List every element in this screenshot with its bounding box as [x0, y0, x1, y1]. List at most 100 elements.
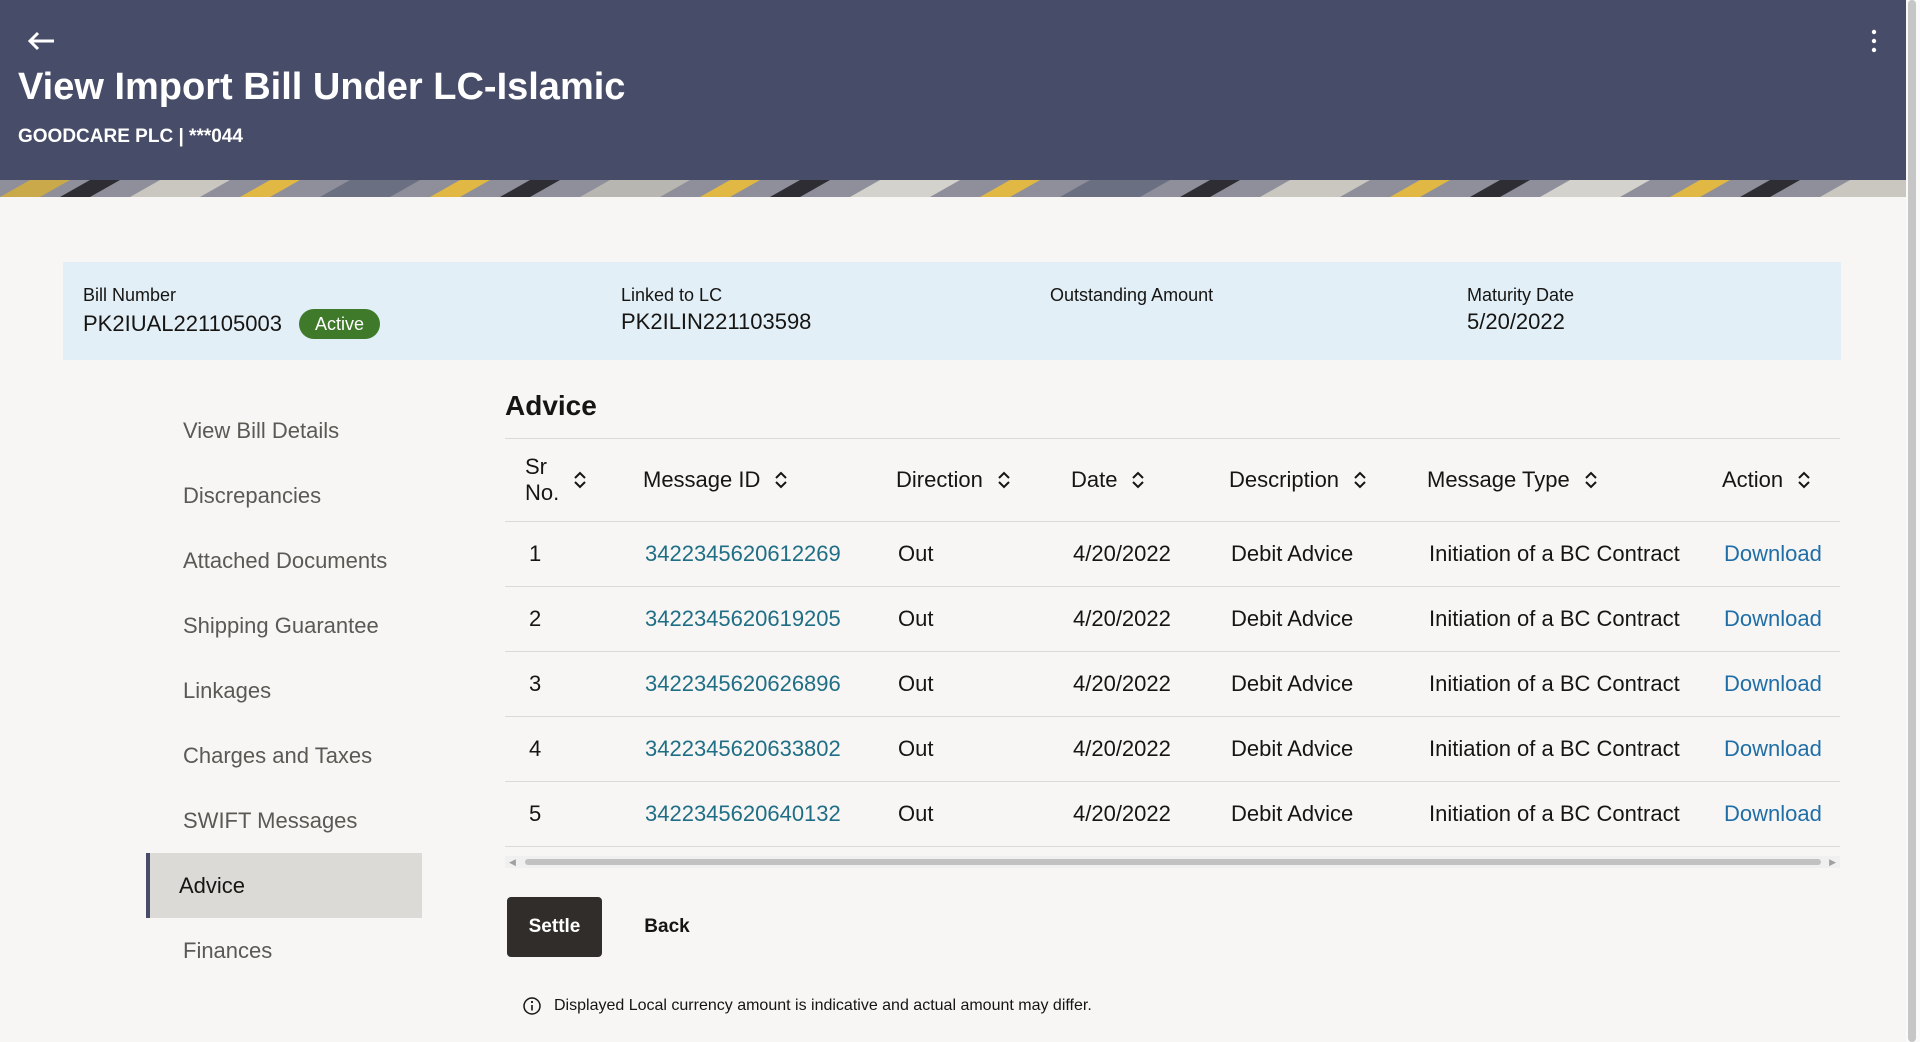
side-navigation: View Bill Details Discrepancies Attached… [146, 398, 422, 983]
sort-icon[interactable] [1131, 470, 1145, 490]
advice-table: Sr No. Message ID Direction Date Descrip… [505, 438, 1840, 847]
message-id-header-text: Message ID [643, 467, 761, 492]
column-header-sr-no[interactable]: Sr No. [525, 439, 587, 521]
nav-item-shipping-guarantee[interactable]: Shipping Guarantee [146, 593, 422, 658]
download-link[interactable]: Download [1724, 587, 1822, 651]
sort-icon[interactable] [1353, 470, 1367, 490]
back-button[interactable]: Back [630, 897, 704, 957]
cell-sr-no: 4 [529, 736, 542, 761]
column-header-description[interactable]: Description [1229, 439, 1367, 521]
disclaimer-text: Displayed Local currency amount is indic… [554, 997, 1092, 1014]
scroll-right-arrow-icon[interactable]: ▶ [1829, 857, 1836, 868]
cell-date: 4/20/2022 [1073, 736, 1171, 761]
horizontal-scrollbar-thumb[interactable] [525, 859, 1821, 865]
cell-message-type: Initiation of a BC Contract [1429, 801, 1680, 826]
section-title: Advice [505, 390, 597, 421]
download-link[interactable]: Download [1724, 652, 1822, 716]
nav-item-finances[interactable]: Finances [146, 918, 422, 983]
maturity-date-value: 5/20/2022 [1467, 309, 1565, 334]
cell-sr-no: 2 [529, 606, 542, 631]
back-arrow-icon[interactable] [24, 26, 60, 56]
cell-description: Debit Advice [1231, 801, 1354, 826]
cell-direction: Out [898, 801, 934, 826]
linked-lc-value: PK2ILIN221103598 [621, 309, 812, 334]
table-header-row: Sr No. Message ID Direction Date Descrip… [505, 438, 1840, 522]
bill-number-value-row: PK2IUAL221105003 Active [83, 309, 381, 339]
nav-item-swift-messages[interactable]: SWIFT Messages [146, 788, 422, 853]
decorative-banner-pattern [0, 180, 1906, 197]
maturity-date-label: Maturity Date [1467, 285, 1575, 305]
cell-date: 4/20/2022 [1073, 541, 1171, 566]
column-header-message-type[interactable]: Message Type [1427, 439, 1598, 521]
scroll-left-arrow-icon[interactable]: ◀ [509, 857, 516, 868]
nav-item-charges-and-taxes[interactable]: Charges and Taxes [146, 723, 422, 788]
nav-item-view-bill-details[interactable]: View Bill Details [146, 398, 422, 463]
sr-header-line1: Sr [525, 454, 547, 479]
cell-direction: Out [898, 671, 934, 696]
cell-message-type: Initiation of a BC Contract [1429, 606, 1680, 631]
table-row: 3 3422345620626896 Out 4/20/2022 Debit A… [505, 652, 1840, 717]
nav-item-attached-documents[interactable]: Attached Documents [146, 528, 422, 593]
cell-sr-no: 1 [529, 541, 542, 566]
column-header-action[interactable]: Action [1722, 439, 1811, 521]
sort-icon[interactable] [1584, 470, 1598, 490]
bill-summary: Bill Number PK2IUAL221105003 Active Link… [63, 262, 1841, 360]
cell-message-type: Initiation of a BC Contract [1429, 671, 1680, 696]
info-icon [523, 997, 541, 1015]
message-id-link[interactable]: 3422345620640132 [645, 782, 841, 846]
cell-description: Debit Advice [1231, 606, 1354, 631]
outstanding-amount-label: Outstanding Amount [1050, 285, 1214, 305]
table-horizontal-scrollbar[interactable]: ◀ ▶ [505, 856, 1840, 868]
column-header-message-id[interactable]: Message ID [643, 439, 788, 521]
download-link[interactable]: Download [1724, 782, 1822, 846]
direction-header-text: Direction [896, 467, 983, 492]
cell-message-type: Initiation of a BC Contract [1429, 736, 1680, 761]
more-vertical-icon[interactable] [1868, 28, 1880, 54]
cell-message-type: Initiation of a BC Contract [1429, 541, 1680, 566]
message-id-link[interactable]: 3422345620612269 [645, 522, 841, 586]
cell-description: Debit Advice [1231, 541, 1354, 566]
column-header-date[interactable]: Date [1071, 439, 1145, 521]
nav-item-discrepancies[interactable]: Discrepancies [146, 463, 422, 528]
linked-lc-label: Linked to LC [621, 285, 723, 305]
cell-date: 4/20/2022 [1073, 671, 1171, 696]
cell-date: 4/20/2022 [1073, 606, 1171, 631]
cell-description: Debit Advice [1231, 671, 1354, 696]
page-title: View Import Bill Under LC-Islamic [18, 66, 626, 108]
maturity-date-field: Maturity Date 5/20/2022 [1467, 285, 1574, 335]
sort-icon[interactable] [997, 470, 1011, 490]
download-link[interactable]: Download [1724, 522, 1822, 586]
sort-icon[interactable] [774, 470, 788, 490]
cell-date: 4/20/2022 [1073, 801, 1171, 826]
settle-button[interactable]: Settle [507, 897, 602, 957]
cell-sr-no: 5 [529, 801, 542, 826]
cell-direction: Out [898, 541, 934, 566]
cell-sr-no: 3 [529, 671, 542, 696]
sr-header-line2: No. [525, 480, 560, 505]
status-badge: Active [298, 309, 381, 339]
table-row: 1 3422345620612269 Out 4/20/2022 Debit A… [505, 522, 1840, 587]
action-header-text: Action [1722, 467, 1784, 492]
bill-number-label: Bill Number [83, 285, 177, 305]
page-scrollbar-thumb[interactable] [1908, 0, 1916, 1042]
table-row: 5 3422345620640132 Out 4/20/2022 Debit A… [505, 782, 1840, 847]
bill-number-field: Bill Number PK2IUAL221105003 Active [83, 285, 381, 339]
column-header-direction[interactable]: Direction [896, 439, 1011, 521]
sort-icon[interactable] [1797, 470, 1811, 490]
cell-description: Debit Advice [1231, 736, 1354, 761]
table-row: 4 3422345620633802 Out 4/20/2022 Debit A… [505, 717, 1840, 782]
cell-direction: Out [898, 606, 934, 631]
message-id-link[interactable]: 3422345620619205 [645, 587, 841, 651]
message-id-link[interactable]: 3422345620626896 [645, 652, 841, 716]
download-link[interactable]: Download [1724, 717, 1822, 781]
nav-item-advice[interactable]: Advice [146, 853, 422, 918]
bill-number-value: PK2IUAL221105003 [83, 311, 282, 336]
description-header-text: Description [1229, 467, 1340, 492]
message-id-link[interactable]: 3422345620633802 [645, 717, 841, 781]
message-type-header-text: Message Type [1427, 467, 1570, 492]
party-subtitle: GOODCARE PLC | ***044 [18, 126, 243, 147]
sort-icon[interactable] [573, 470, 587, 490]
currency-disclaimer: Displayed Local currency amount is indic… [522, 996, 1092, 1016]
nav-item-linkages[interactable]: Linkages [146, 658, 422, 723]
table-row: 2 3422345620619205 Out 4/20/2022 Debit A… [505, 587, 1840, 652]
